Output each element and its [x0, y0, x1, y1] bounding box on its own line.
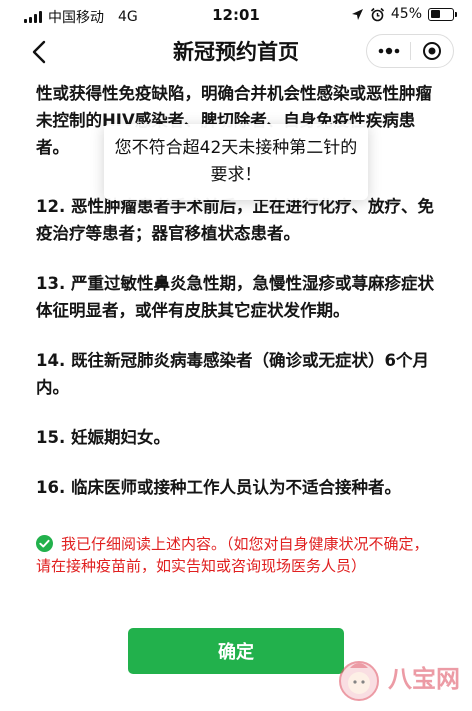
location-arrow-icon: [351, 8, 363, 20]
watermark-text: 八宝网: [388, 665, 460, 693]
close-mini-program-button[interactable]: [411, 35, 453, 67]
contraindication-item-12: 12. 恶性肿瘤患者手术前后，正在进行化疗、放疗、免疫治疗等患者；器官移植状态患…: [36, 197, 434, 243]
confirm-button[interactable]: 确定: [128, 628, 344, 674]
watermark-logo-icon: [339, 661, 379, 701]
toast-text: 您不符合超42天未接种第二针的要求！: [114, 138, 358, 185]
mini-program-capsule: [366, 34, 454, 68]
watermark: 八宝网: [334, 654, 466, 708]
target-close-icon: [422, 42, 441, 60]
battery-icon: [428, 7, 457, 21]
consent-text: 我已仔细阅读上述内容。（如您对自身健康状况不确定，请在接种疫苗前，如实告知或咨询…: [36, 535, 429, 575]
more-dots-icon: [378, 47, 399, 55]
battery-fill: [430, 10, 440, 18]
contraindication-item-15: 15. 妊娠期妇女。: [36, 428, 170, 447]
contraindication-item-14: 14. 既往新冠肺炎病毒感染者（确诊或无症状）6个月内。: [36, 351, 429, 397]
contraindication-item-13: 13. 严重过敏性鼻炎急性期，急慢性湿疹或荨麻疹症状体征明显者，或伴有皮肤其它症…: [36, 274, 434, 320]
toast-message: 您不符合超42天未接种第二针的要求！: [104, 124, 368, 200]
more-button[interactable]: [367, 35, 410, 67]
consent-statement[interactable]: 我已仔细阅读上述内容。（如您对自身健康状况不确定，请在接种疫苗前，如实告知或咨询…: [36, 533, 441, 577]
alarm-clock-icon: [370, 7, 384, 21]
battery-percent: 45%: [390, 6, 422, 22]
status-right: 45%: [351, 6, 457, 22]
contraindication-item-16: 16. 临床医师或接种工作人员认为不适合接种者。: [36, 478, 401, 497]
navigation-bar: 新冠预约首页: [0, 30, 472, 74]
check-circle-icon[interactable]: [36, 535, 53, 552]
status-bar: 中国移动 4G 12:01 45%: [0, 0, 472, 30]
